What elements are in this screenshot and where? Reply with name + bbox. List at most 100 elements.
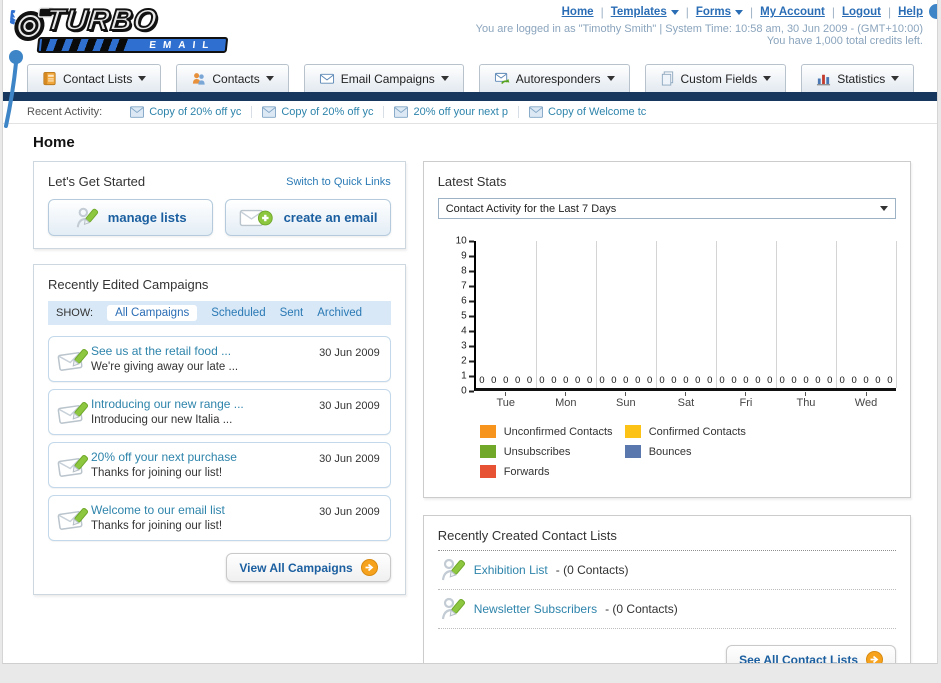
- logo-subtitle: EMAIL: [148, 39, 217, 51]
- recent-activity-item[interactable]: Copy of Welcome tc: [519, 106, 656, 118]
- envelope-pencil-icon: [57, 401, 89, 424]
- campaign-title-link[interactable]: See us at the retail food ...: [91, 344, 319, 359]
- nav-help[interactable]: Help: [898, 6, 923, 18]
- filter-sent[interactable]: Sent: [280, 307, 304, 319]
- bar-value-labels: 0 0 0 0 0: [599, 375, 653, 386]
- legend-swatch: [624, 445, 641, 458]
- recently-created-contact-lists-panel: Recently Created Contact Lists Exhibitio…: [422, 515, 911, 663]
- campaign-item: Welcome to our email list Thanks for join…: [48, 495, 391, 541]
- campaign-title-link[interactable]: Welcome to our email list: [91, 503, 319, 518]
- contact-list-link[interactable]: Newsletter Subscribers: [474, 602, 597, 616]
- chevron-down-icon: [606, 76, 615, 81]
- nav-logout[interactable]: Logout: [842, 6, 881, 18]
- system-time-text: You are logged in as "Timothy Smith" | S…: [475, 23, 923, 35]
- tab-email-campaigns[interactable]: Email Campaigns: [303, 64, 464, 92]
- y-axis-tick: 1: [461, 371, 474, 382]
- contact-lists-title: Recently Created Contact Lists: [437, 528, 896, 551]
- chevron-down-icon: [735, 9, 743, 15]
- switch-quick-links[interactable]: Switch to Quick Links: [286, 176, 391, 188]
- top-nav: Home | Templates | Forms | My Account | Logo…: [561, 5, 923, 19]
- legend-label: Confirmed Contacts: [648, 425, 746, 438]
- x-axis-label: Sun: [596, 392, 656, 409]
- y-axis-tick: 6: [461, 296, 474, 307]
- custom-fields-icon: [661, 71, 673, 86]
- campaign-date: 30 Jun 2009: [319, 453, 380, 465]
- contact-activity-chart: 0 1 2 3 4 5 6 7 8 9 10 0 0 0 0 00 0 0 0 00 0 0 0 0…: [438, 236, 897, 485]
- nav-forms[interactable]: Forms: [696, 6, 743, 18]
- chevron-down-icon: [891, 76, 900, 81]
- y-axis-tick: 8: [461, 266, 474, 277]
- chart-gridline: [595, 241, 597, 388]
- x-axis-label: Mon: [536, 392, 596, 409]
- recently-edited-campaigns-panel: Recently Edited Campaigns SHOW: All Camp…: [33, 264, 406, 595]
- get-started-panel: Let's Get Started Switch to Quick Links …: [33, 161, 406, 249]
- tab-contacts[interactable]: Contacts: [176, 64, 289, 92]
- login-info: You are logged in as "Timothy Smith" | S…: [476, 23, 923, 47]
- chart-legend: Unconfirmed Contacts Confirmed Contacts Un…: [479, 425, 896, 485]
- create-email-button[interactable]: create an email: [225, 199, 391, 236]
- filter-all-campaigns[interactable]: All Campaigns: [107, 305, 198, 321]
- y-axis-tick: 9: [461, 251, 474, 262]
- legend-item: Confirmed Contacts: [624, 425, 770, 438]
- y-axis-tick: 3: [461, 341, 474, 352]
- statistics-icon: [817, 74, 831, 86]
- campaign-item: 20% off your next purchase Thanks for joi…: [48, 442, 391, 488]
- chart-y-axis: 0 1 2 3 4 5 6 7 8 9 10: [446, 236, 474, 397]
- x-axis-label: Tue: [476, 392, 536, 409]
- chart-gridline: [775, 241, 777, 388]
- envelope-icon: [529, 106, 544, 118]
- tab-autoresponders[interactable]: Autoresponders: [478, 64, 630, 92]
- recent-activity-item[interactable]: 20% off your next p: [384, 106, 520, 118]
- bar-value-labels: 0 0 0 0 0: [719, 375, 773, 386]
- person-pencil-icon: [441, 597, 465, 620]
- nav-templates[interactable]: Templates: [611, 6, 679, 18]
- envelope-plus-icon: [239, 209, 273, 226]
- tab-statistics[interactable]: Statistics: [801, 64, 915, 92]
- chevron-down-icon: [670, 9, 679, 15]
- x-axis-label: Thu: [776, 392, 836, 409]
- view-all-campaigns-button[interactable]: View All Campaigns: [226, 553, 391, 582]
- chart-gridline: [896, 241, 897, 388]
- campaign-title-link[interactable]: Introducing our new range ...: [91, 397, 319, 412]
- chart-plot-area: 0 0 0 0 0 0 0 0 0 0 0 0 0 0 0 0 0 0 0 0 0 0 …: [473, 241, 897, 391]
- legend-label: Forwards: [503, 465, 550, 478]
- legend-label: Unconfirmed Contacts: [503, 425, 613, 438]
- get-started-title: Let's Get Started: [48, 174, 146, 189]
- campaign-date: 30 Jun 2009: [319, 506, 380, 518]
- filter-scheduled[interactable]: Scheduled: [211, 307, 265, 319]
- x-axis-label: Fri: [716, 392, 776, 409]
- stats-period-select[interactable]: Contact Activity for the Last 7 Days: [437, 198, 896, 219]
- manage-lists-button[interactable]: manage lists: [48, 199, 214, 236]
- bar-value-labels: 0 0 0 0 0: [839, 375, 893, 386]
- legend-label: Unsubscribes: [503, 445, 571, 458]
- campaign-subtitle: Thanks for joining our list!: [91, 519, 223, 532]
- main-nav-tabs: Contact Lists Contacts Email Campaigns A…: [3, 62, 937, 92]
- arrow-circle-icon: [360, 559, 378, 576]
- contact-list-count: - (0 Contacts): [605, 602, 678, 616]
- nav-home[interactable]: Home: [562, 6, 594, 18]
- campaigns-panel-title: Recently Edited Campaigns: [48, 277, 209, 292]
- tab-contact-lists[interactable]: Contact Lists: [27, 64, 162, 92]
- recent-activity-item[interactable]: Copy of 20% off yc: [252, 106, 385, 118]
- filter-archived[interactable]: Archived: [317, 307, 362, 319]
- envelope-icon: [319, 73, 334, 84]
- campaign-item: See us at the retail food ... We're givin…: [48, 336, 391, 382]
- tab-custom-fields[interactable]: Custom Fields: [644, 64, 787, 92]
- main-content: Home Let's Get Started Switch to Quick L…: [3, 124, 937, 663]
- chart-value-labels: 0 0 0 0 0 0 0 0 0 0 0 0 0 0 0 0 0 0 0 0 0 0 …: [476, 375, 896, 386]
- chart-gridline: [715, 241, 717, 388]
- contact-list-link[interactable]: Exhibition List: [474, 563, 548, 577]
- envelope-pencil-icon: [57, 454, 89, 477]
- see-all-contact-lists-button[interactable]: See All Contact Lists: [726, 645, 896, 663]
- latest-stats-title: Latest Stats: [437, 174, 507, 189]
- recent-activity-item[interactable]: Copy of 20% off yc: [120, 106, 253, 118]
- latest-stats-panel: Latest Stats Contact Activity for the La…: [422, 161, 911, 498]
- blue-swoosh-decoration: [4, 50, 23, 128]
- chevron-down-icon: [265, 76, 274, 81]
- nav-my-account[interactable]: My Account: [760, 6, 825, 18]
- contact-list-count: - (0 Contacts): [555, 563, 629, 577]
- campaign-title-link[interactable]: 20% off your next purchase: [91, 450, 319, 465]
- chevron-down-icon: [763, 76, 772, 81]
- envelope-pencil-icon: [57, 507, 89, 530]
- envelope-icon: [130, 106, 145, 118]
